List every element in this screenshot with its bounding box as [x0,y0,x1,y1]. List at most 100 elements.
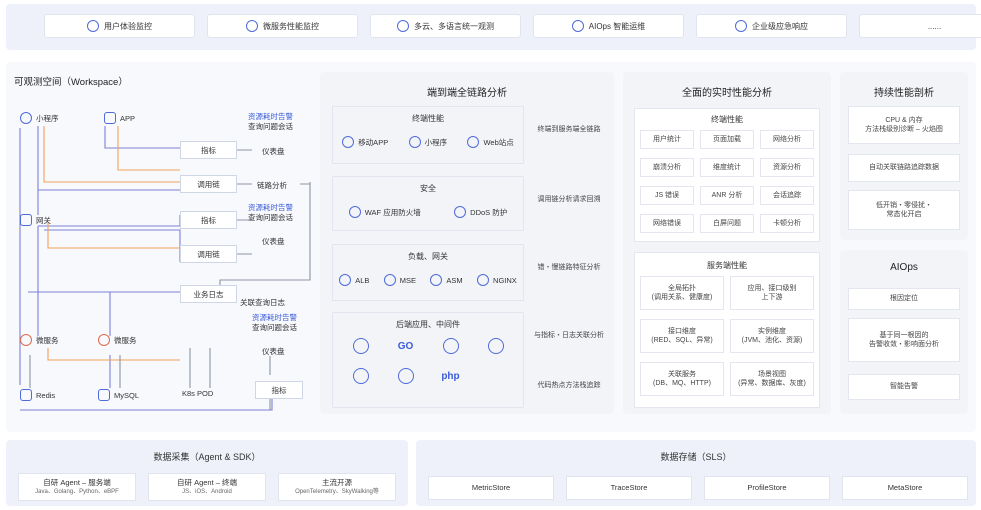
panel-title: 端到端全链路分析 [427,88,507,99]
node-mysql: MySQL [98,389,139,401]
tech-item [352,338,369,354]
tech-label: Web站点 [483,137,514,147]
tech-label: 小程序 [424,137,448,147]
asm-icon [430,274,443,286]
panel-title: 持续性能剖析 [874,88,934,99]
alert-annotation: 资源耗时告警 查询问题会话 [252,313,297,333]
tech-item: WAF 应用防火墙 [348,206,421,218]
alert-annotation: 资源耗时告警 查询问题会话 [248,203,293,223]
tech-item [397,368,414,384]
web-icon [467,136,480,148]
metrics-box: 指标 [180,211,237,229]
tech-item: NGINX [477,274,517,286]
alert-title: 资源耗时告警 [252,313,297,322]
dashboard-label: 仪表盘 [262,347,285,356]
trace-box: 调用链 [180,175,237,193]
alert-subtitle: 查询问题会话 [248,213,293,223]
section-title: 服务端性能 [707,261,747,270]
metric-cell: 会话追踪 [760,186,814,205]
section-title: 后端应用、中间件 [396,320,460,329]
e2e-side-feature: 与指标・日志关联分析 [534,332,604,340]
dotnet-icon [352,368,369,384]
top-scenario-tile: AIOps 智能运维 [533,14,684,38]
tech-label: DDoS 防护 [470,207,508,217]
tech-item [352,368,369,384]
tile-label: ...... [927,21,942,31]
tech-item [487,338,504,354]
node-microservice-1: 微服务 [20,334,59,346]
backend-icons-grid: GO php [338,338,518,384]
node-label: K8s POD [182,389,214,398]
agent-subtitle: OpenTelemetry、SkyWalking等 [295,489,379,496]
mobile-icon [104,112,116,124]
node-label: 小程序 [36,113,59,123]
node-label: APP [120,113,136,123]
alarm-icon [735,20,747,32]
agent-title: 自研 Agent – 服务端 [43,477,111,487]
metric-cell: 场景视图 (异常、数据库、灰度) [730,362,814,396]
section-title: 终端性能 [412,114,444,123]
section-title: 数据存储（SLS） [660,452,732,462]
trace-box: 调用链 [180,245,237,263]
metric-cell: 全局拓扑 (调用关系、健康度) [640,276,724,310]
agent-title: 主流开源 [322,477,352,487]
trace-analysis-label: 链路分析 [257,181,287,190]
php-icon: php [441,370,460,382]
store-tile: TraceStore [566,476,692,500]
agent-tile: 自研 Agent – 终端 JS、iOS、Android [148,473,266,501]
mysql-icon [98,389,110,401]
metric-cell: 崩溃分析 [640,158,694,177]
alert-subtitle: 查询问题会话 [252,323,297,333]
tech-item: GO [398,338,414,354]
section-title: 安全 [420,184,436,193]
java-icon [352,338,369,354]
e2e-side-feature: 调用链分析请求回溯 [537,196,601,204]
alert-annotation: 资源耗时告警 查询问题会话 [248,112,293,132]
metric-cell: 维度统计 [700,158,754,177]
section-title: 负载、网关 [408,252,448,261]
metrics-box: 指标 [180,141,237,159]
nodejs-icon [487,338,504,354]
node-label: Redis [36,390,56,400]
nginx-icon [477,274,490,286]
tech-item: php [441,368,459,384]
store-tile: MetaStore [842,476,968,500]
panel-title: AIOps [890,262,918,273]
gateway-icon [20,214,32,226]
e2e-side-feature: 错・慢链路特征分析 [537,264,601,272]
dashboard-label: 仪表盘 [262,147,285,156]
aiops-item: 基于同一根因的 告警收敛・影响面分析 [848,318,960,362]
tile-label: 企业级应急响应 [752,21,808,31]
log-query-label: 关联查询日志 [240,298,285,307]
section-title: 终端性能 [711,115,743,124]
metric-cell: JS 错误 [640,186,694,205]
tech-item: MSE [383,274,416,286]
node-label: MySQL [114,390,140,400]
section-items-row: ALB MSE ASM NGINX [332,274,524,286]
mobile-icon [342,136,355,148]
go-icon: GO [397,340,414,352]
top-scenario-tile: 企业级应急响应 [696,14,847,38]
tech-item [442,338,459,354]
tech-item: 小程序 [408,136,448,148]
profiling-item: 低开销・零侵扰・ 常态化开启 [848,190,960,230]
tile-label: AIOps 智能运维 [588,21,646,31]
panel-title: 全面的实时性能分析 [682,88,772,99]
node-label: 微服务 [114,335,137,345]
tech-item: ALB [339,274,369,286]
node-k8s-pod: K8s POD [182,389,213,398]
metric-cell: ANR 分析 [700,186,754,205]
metric-cell: 网络分析 [760,130,814,149]
metric-cell: 实例维度 (JVM、池化、资源) [730,319,814,353]
microservice-icon [98,334,110,346]
node-label: 微服务 [36,335,59,345]
connector-line [37,126,181,336]
connector-line [43,126,180,183]
mse-icon [383,274,396,286]
metric-cell: 资源分析 [760,158,814,177]
metric-cell: 应用、接口级别 上下游 [730,276,814,310]
profiling-item: CPU & 内存 方法栈级别诊断 – 火焰图 [848,106,960,144]
e2e-side-feature: 终端到服务端全链路 [537,126,601,134]
tech-item: 移动APP [342,136,388,148]
redis-icon [20,389,32,401]
